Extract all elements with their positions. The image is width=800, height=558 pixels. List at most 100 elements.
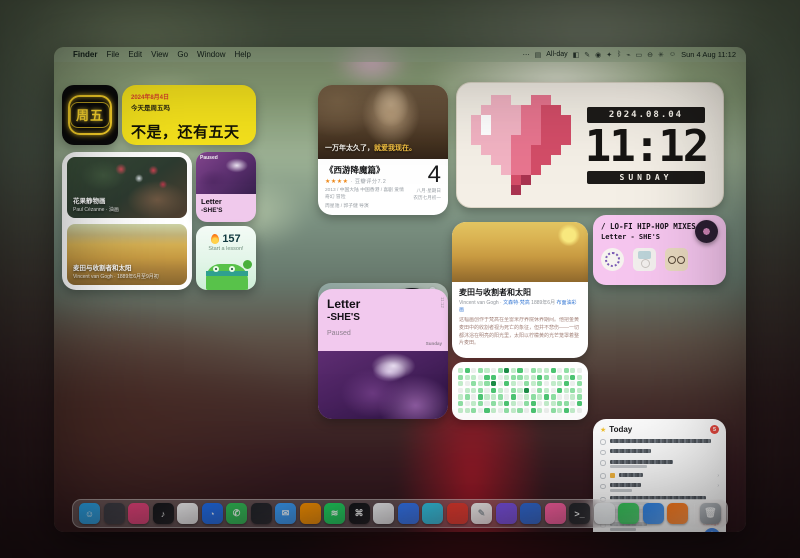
dock-app-icon-11[interactable]: ≋ <box>324 503 345 524</box>
widget-pixel-clock[interactable]: 2024.08.04 11:12 SUNDAY <box>456 82 724 208</box>
dock-app-icon-16[interactable] <box>447 503 468 524</box>
status-icon-1[interactable]: ✎ <box>584 51 590 59</box>
artwork-subtitle: Paul Cézanne · 油画 <box>73 206 119 213</box>
menu-allday-label[interactable]: All-day <box>546 51 567 58</box>
status-icon-6[interactable]: ▭ <box>636 51 643 59</box>
dock-app-icon-19[interactable] <box>520 503 541 524</box>
grid-cell <box>537 401 542 406</box>
todo-item[interactable] <box>600 439 719 445</box>
todo-checkbox[interactable] <box>600 460 606 466</box>
dock-app-icon-12[interactable]: ⌘ <box>349 503 370 524</box>
grid-cell <box>484 401 489 406</box>
todo-checkbox[interactable] <box>600 484 606 490</box>
track-artist: -SHE'S <box>201 207 251 214</box>
widget-artwork-detail[interactable]: 麦田与收割者和太阳 Vincent van Gogh · 文森特·梵高 1889… <box>452 222 588 358</box>
menu-clock[interactable]: Sun 4 Aug 11:12 <box>681 50 736 59</box>
dock-app-icon-3[interactable] <box>128 503 149 524</box>
widget-movie[interactable]: 一万年太久了，就爱我现在。 《西游降魔篇》 ★★★★ · 豆瓣评分7.2 201… <box>318 85 448 215</box>
dock-app-icon-7[interactable]: ✆ <box>226 503 247 524</box>
grid-cell <box>524 375 529 380</box>
todo-checkbox[interactable] <box>600 439 606 445</box>
menu-item-view[interactable]: View <box>151 50 168 59</box>
widget-music-large[interactable]: Letter -SHE'S Paused 11:12 Sunday <box>318 289 448 419</box>
dock-app-icon-2[interactable] <box>104 503 125 524</box>
grid-cell <box>491 394 496 399</box>
dock-app-icon-8[interactable] <box>251 503 272 524</box>
grid-cell <box>544 388 549 393</box>
dock-app-icon-6[interactable]: ◔ <box>202 503 223 524</box>
menu-app-name[interactable]: Finder <box>73 50 97 59</box>
contribution-grid <box>458 368 582 413</box>
movie-quote-highlight: 就爱我现在。 <box>374 145 416 152</box>
grid-cell <box>491 381 496 386</box>
widget-friday-question[interactable]: 2024年8月4日 今天是周五吗 不是，还有五天 <box>122 85 256 145</box>
dock-app-icon-22[interactable] <box>594 503 615 524</box>
grid-cell <box>504 381 509 386</box>
menu-item-file[interactable]: File <box>106 50 119 59</box>
status-icon-2[interactable]: ◉ <box>595 51 601 59</box>
dock-app-icon-21[interactable]: >_ <box>569 503 590 524</box>
cassette-tape-icon[interactable] <box>665 248 688 271</box>
grid-cell <box>577 394 582 399</box>
status-icon-9[interactable]: ☺ <box>669 51 676 59</box>
grid-cell <box>491 375 496 380</box>
dock-app-icon-17[interactable]: ✎ <box>471 503 492 524</box>
widget-music-small[interactable]: Paused Letter -SHE'S <box>196 152 256 222</box>
todo-checkbox[interactable] <box>600 473 606 479</box>
grid-cell <box>570 381 575 386</box>
grid-cell <box>564 394 569 399</box>
dock-app-icon-15[interactable] <box>422 503 443 524</box>
status-icon-5[interactable]: ⌁ <box>626 51 630 59</box>
music-player-icon[interactable] <box>633 248 656 271</box>
artwork-cezanne[interactable]: 花果静物画 Paul Cézanne · 油画 <box>67 157 187 218</box>
grid-cell <box>564 375 569 380</box>
dock-app-icon-9[interactable]: ✉ <box>275 503 296 524</box>
status-icon-7[interactable]: ⊖ <box>647 51 653 59</box>
status-icon-8[interactable]: ✳ <box>658 51 664 59</box>
dock-app-icon-14[interactable] <box>398 503 419 524</box>
grid-cell <box>458 401 463 406</box>
widget-habit-grid[interactable] <box>452 362 588 420</box>
todo-item[interactable]: › <box>600 473 719 479</box>
dock-app-icon-23[interactable] <box>618 503 639 524</box>
artwork-link[interactable]: 文森特·梵高 <box>503 300 530 306</box>
dock-app-icon-20[interactable] <box>545 503 566 524</box>
widget-friday-neon-sign[interactable]: 周五 <box>62 85 118 145</box>
menu-item-window[interactable]: Window <box>197 50 225 59</box>
dock-app-icon-18[interactable] <box>496 503 517 524</box>
grid-cell <box>491 368 496 373</box>
status-icon-0[interactable]: ◧ <box>573 51 580 59</box>
menu-item-go[interactable]: Go <box>177 50 188 59</box>
grid-cell <box>471 394 476 399</box>
dock-app-icon-13[interactable] <box>373 503 394 524</box>
widget-lofi-mixes[interactable]: / LO-FI HIP-HOP MIXES Letter - SHE'S <box>593 215 726 285</box>
artwork-vangogh[interactable]: 麦田与收割者和太阳 Vincent van Gogh · 1889年6月至9月初 <box>67 224 187 285</box>
status-icons: ◧ ✎ ◉ ✦ ᛒ ⌁ ▭ ⊖ ✳ ☺ <box>573 51 676 59</box>
status-icon-4[interactable]: ᛒ <box>617 51 621 59</box>
menu-extra-app-icon[interactable]: ▤ <box>535 51 542 59</box>
status-icon-3[interactable]: ✦ <box>606 51 612 59</box>
dock-app-icon-10[interactable] <box>300 503 321 524</box>
menu-extra-more-icon[interactable]: ⋯ <box>523 51 530 59</box>
dock-app-icon-4[interactable]: ♪ <box>153 503 174 524</box>
dock-app-icon-24[interactable] <box>643 503 664 524</box>
vinyl-icon[interactable] <box>695 220 718 243</box>
todo-item[interactable] <box>600 449 719 455</box>
grid-cell <box>498 408 503 413</box>
grid-cell <box>524 368 529 373</box>
trash-icon[interactable]: 🗑 <box>700 503 721 524</box>
todo-checkbox[interactable] <box>600 450 606 456</box>
widget-streak[interactable]: 157 Start a lesson! <box>196 226 256 290</box>
grid-cell <box>484 381 489 386</box>
dock-app-icon-1[interactable]: ☺ <box>79 503 100 524</box>
dock-app-icon-25[interactable] <box>667 503 688 524</box>
chevron-right-icon: › <box>717 473 719 479</box>
todo-item[interactable] <box>600 460 719 469</box>
todo-item[interactable]: › <box>600 483 719 492</box>
widget-art-gallery[interactable]: 花果静物画 Paul Cézanne · 油画 麦田与收割者和太阳 Vincen… <box>62 152 192 290</box>
menu-item-help[interactable]: Help <box>234 50 250 59</box>
dock-app-icon-5[interactable] <box>177 503 198 524</box>
menu-item-edit[interactable]: Edit <box>128 50 142 59</box>
cd-doodle-icon[interactable] <box>601 248 624 271</box>
grid-cell <box>471 375 476 380</box>
